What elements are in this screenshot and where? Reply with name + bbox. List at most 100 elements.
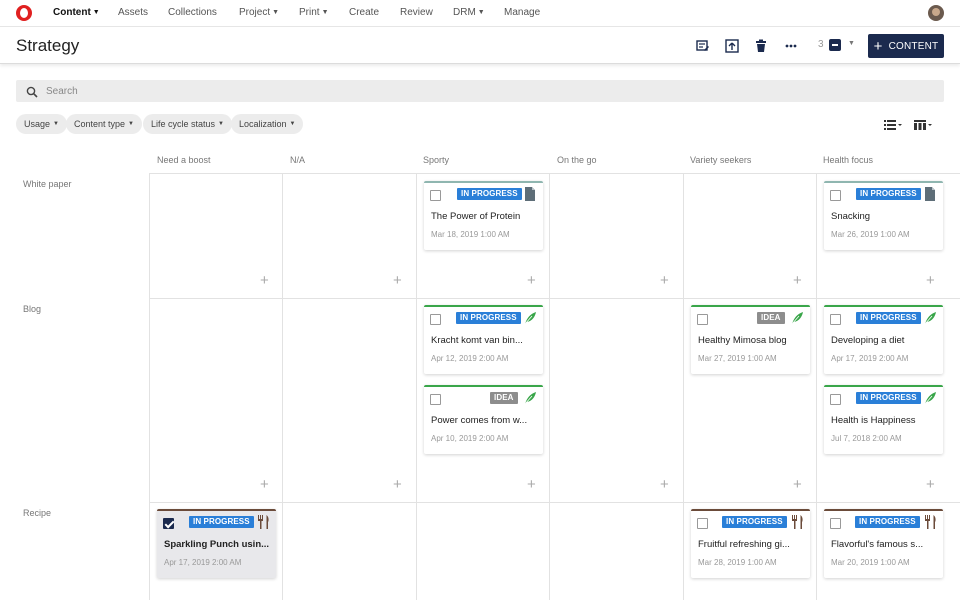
filter-localization[interactable]: Localization ▼ xyxy=(231,114,304,134)
selected-count: 3 xyxy=(818,39,824,50)
trash-icon[interactable] xyxy=(754,39,768,53)
row-header: Blog xyxy=(23,304,42,314)
add-to-cell-button[interactable]: + xyxy=(793,272,802,289)
card-title: Flavorful's famous s... xyxy=(831,539,924,550)
nav-item-drm[interactable]: DRM ▼ xyxy=(453,7,485,18)
feather-icon xyxy=(924,391,936,405)
grid-line xyxy=(549,173,550,600)
nav-item-assets[interactable]: Assets xyxy=(118,7,148,18)
feather-icon xyxy=(791,311,803,325)
content-card[interactable]: IN PROGRESS The Power of Protein Mar 18,… xyxy=(424,181,543,250)
nav-item-manage[interactable]: Manage xyxy=(504,7,540,18)
card-checkbox[interactable] xyxy=(830,394,841,405)
brand-logo-icon[interactable] xyxy=(16,5,32,21)
plus-icon: + xyxy=(873,37,883,55)
selection-caret-icon[interactable]: ▼ xyxy=(848,40,855,47)
status-badge: IN PROGRESS xyxy=(856,392,921,404)
add-to-cell-button[interactable]: + xyxy=(393,476,402,493)
fork-knife-icon xyxy=(924,515,936,529)
card-title: Sparkling Punch usin... xyxy=(164,539,270,550)
status-badge: IDEA xyxy=(490,392,518,404)
card-checkbox[interactable] xyxy=(830,518,841,529)
deselect-checkbox-icon[interactable] xyxy=(829,39,841,51)
grid-line xyxy=(149,502,960,503)
content-card[interactable]: IDEA Healthy Mimosa blog Mar 27, 2019 1:… xyxy=(691,305,810,374)
search-icon xyxy=(26,85,38,98)
add-to-cell-button[interactable]: + xyxy=(260,476,269,493)
nav-item-project[interactable]: Project ▼ xyxy=(239,7,279,18)
nav-item-collections[interactable]: Collections xyxy=(168,7,217,18)
add-to-cell-button[interactable]: + xyxy=(793,476,802,493)
content-card[interactable]: IN PROGRESS Flavorful's famous s... Mar … xyxy=(824,509,943,578)
column-header: Variety seekers xyxy=(690,155,752,165)
card-date: Mar 27, 2019 1:00 AM xyxy=(698,354,777,363)
card-date: Mar 20, 2019 1:00 AM xyxy=(831,558,910,567)
card-title: Health is Happiness xyxy=(831,415,916,426)
card-date: Apr 12, 2019 2:00 AM xyxy=(431,354,509,363)
column-header: Sporty xyxy=(423,155,450,165)
filter-life-cycle-status[interactable]: Life cycle status ▼ xyxy=(143,114,232,134)
nav-item-label: Manage xyxy=(504,7,541,18)
card-checkbox[interactable] xyxy=(830,190,841,201)
nav-item-label: Collections xyxy=(168,7,217,18)
card-checkbox[interactable] xyxy=(430,394,441,405)
status-badge: IN PROGRESS xyxy=(722,516,787,528)
nav-item-review[interactable]: Review xyxy=(400,7,433,18)
grid-line xyxy=(282,173,283,600)
card-title: Developing a diet xyxy=(831,335,905,346)
column-view-icon[interactable] xyxy=(914,119,934,131)
content-card[interactable]: IN PROGRESS Kracht komt van bin... Apr 1… xyxy=(424,305,543,374)
card-checkbox[interactable] xyxy=(697,314,708,325)
card-checkbox[interactable] xyxy=(830,314,841,325)
filter-usage[interactable]: Usage ▼ xyxy=(16,114,67,134)
content-card[interactable]: IN PROGRESS Developing a diet Apr 17, 20… xyxy=(824,305,943,374)
nav-item-label: Assets xyxy=(118,7,149,18)
content-card[interactable]: IDEA Power comes from w... Apr 10, 2019 … xyxy=(424,385,543,454)
nav-item-label: Project xyxy=(239,7,271,18)
feather-icon xyxy=(924,311,936,325)
caret-down-icon: ▼ xyxy=(128,121,134,127)
filter-label: Content type xyxy=(74,119,126,129)
card-title: Fruitful refreshing gi... xyxy=(698,539,790,550)
list-view-icon[interactable] xyxy=(884,119,904,131)
content-card[interactable]: IN PROGRESS Sparkling Punch usin... Apr … xyxy=(157,509,276,578)
content-card[interactable]: IN PROGRESS Snacking Mar 26, 2019 1:00 A… xyxy=(824,181,943,250)
card-date: Mar 28, 2019 1:00 AM xyxy=(698,558,777,567)
add-to-cell-button[interactable]: + xyxy=(660,476,669,493)
caret-down-icon: ▼ xyxy=(477,9,485,16)
content-card[interactable]: IN PROGRESS Fruitful refreshing gi... Ma… xyxy=(691,509,810,578)
grid-line xyxy=(683,173,684,600)
page-title: Strategy xyxy=(16,36,80,55)
filter-content-type[interactable]: Content type ▼ xyxy=(66,114,142,134)
card-date: Mar 26, 2019 1:00 AM xyxy=(831,230,910,239)
grid-line xyxy=(149,298,960,299)
nav-item-print[interactable]: Print ▼ xyxy=(299,7,329,18)
nav-item-content[interactable]: Content ▼ xyxy=(53,7,100,18)
nav-item-create[interactable]: Create xyxy=(349,7,379,18)
add-to-cell-button[interactable]: + xyxy=(393,272,402,289)
card-checkbox[interactable] xyxy=(430,190,441,201)
card-checkbox[interactable] xyxy=(430,314,441,325)
add-to-cell-button[interactable]: + xyxy=(527,476,536,493)
add-to-cell-button[interactable]: + xyxy=(926,476,935,493)
edit-list-icon[interactable] xyxy=(696,39,710,53)
more-options-icon[interactable] xyxy=(784,39,798,53)
row-header: White paper xyxy=(23,179,72,189)
caret-down-icon: ▼ xyxy=(272,9,280,16)
fork-knife-icon xyxy=(257,515,269,529)
column-header: On the go xyxy=(557,155,597,165)
upload-icon[interactable] xyxy=(725,39,739,53)
content-card[interactable]: IN PROGRESS Health is Happiness Jul 7, 2… xyxy=(824,385,943,454)
add-to-cell-button[interactable]: + xyxy=(527,272,536,289)
add-to-cell-button[interactable]: + xyxy=(260,272,269,289)
user-avatar[interactable] xyxy=(928,5,944,21)
card-checkbox[interactable] xyxy=(163,518,174,529)
add-to-cell-button[interactable]: + xyxy=(926,272,935,289)
add-to-cell-button[interactable]: + xyxy=(660,272,669,289)
nav-item-label: Review xyxy=(400,7,433,18)
card-checkbox[interactable] xyxy=(697,518,708,529)
status-badge: IN PROGRESS xyxy=(457,188,522,200)
column-header: N/A xyxy=(290,155,306,165)
add-content-button[interactable]: + CONTENT xyxy=(868,34,944,58)
search-input[interactable] xyxy=(46,80,926,102)
